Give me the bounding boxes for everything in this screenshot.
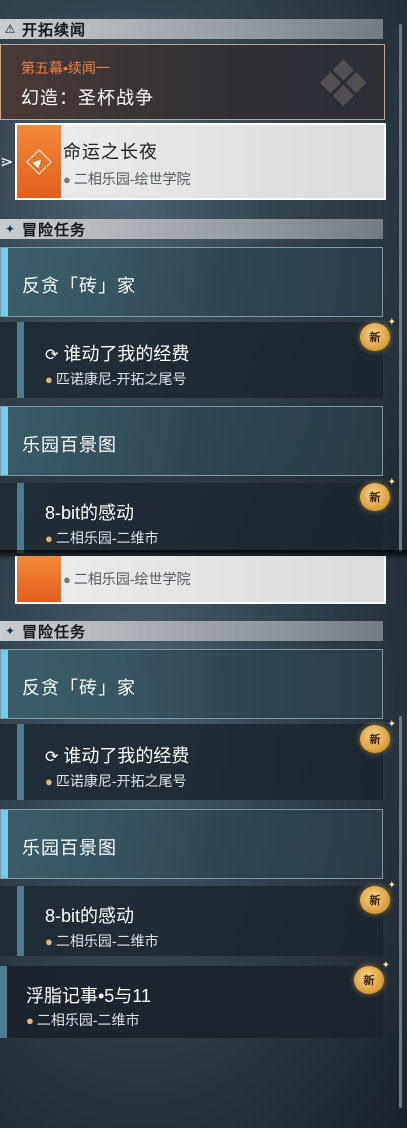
quest-item[interactable]: ⟳ 谁动了我的经费 ● 匹诺康尼-开拓之尾号 [0, 322, 383, 398]
triangle-icon: ⚠ [4, 22, 16, 36]
quest-indent-bar [17, 483, 24, 553]
quest-title: 8-bit的感动 [45, 906, 135, 926]
location-pin-icon: ● [45, 774, 53, 789]
quest-title: 浮脂记事•5与11 [26, 986, 151, 1006]
selection-arrow-icon: ⋗ [0, 154, 14, 171]
loop-quest-icon: ⟳ [45, 749, 59, 766]
quest-indent-bar [17, 886, 24, 956]
group-accent-bar [1, 248, 8, 316]
quest-location: ● 二相乐园-二维市 [45, 530, 159, 546]
scrollbar[interactable] [399, 716, 402, 1108]
quest-item[interactable]: 浮脂记事•5与11 ● 二相乐园-二维市 [0, 966, 383, 1038]
quest-group-park-scenery[interactable]: 乐园百景图 [0, 809, 383, 879]
quest-group-anti-corruption[interactable]: 反贪「砖」家 [0, 649, 383, 719]
location-pin-icon: ● [63, 172, 71, 187]
quest-location: ● 二相乐园-二维市 [26, 1012, 140, 1028]
quest-title: ⟳ 谁动了我的经费 [45, 344, 190, 364]
section-header-adventure: ✦ 冒险任务 [0, 219, 383, 239]
section-header-adventure: ✦ 冒险任务 [0, 621, 383, 641]
diamond-icon: ✦ [4, 624, 16, 638]
quest-title: 命运之长夜 [63, 142, 158, 162]
quest-location: ● 匹诺康尼-开拓之尾号 [45, 773, 187, 789]
location-pin-icon: ● [63, 572, 71, 587]
location-pin-icon: ● [45, 372, 53, 387]
selected-quest-card[interactable]: ▲ 命运之长夜 ● 二相乐园-绘世学院 [15, 123, 386, 200]
group-accent-bar [1, 650, 8, 718]
quest-location: ● 匹诺康尼-开拓之尾号 [45, 371, 187, 387]
new-badge-icon: 新 [360, 719, 396, 753]
quest-item[interactable]: 8-bit的感动 ● 二相乐园-二维市 [0, 483, 383, 553]
quest-title: 8-bit的感动 [45, 503, 135, 523]
act-title: 幻造：圣杯战争 [21, 88, 154, 108]
new-badge-icon: 新 [360, 880, 396, 914]
quest-indent-bar [17, 724, 24, 800]
quest-indent-bar [17, 322, 24, 398]
quest-group-anti-corruption[interactable]: 反贪「砖」家 [0, 247, 383, 317]
quest-title: ⟳ 谁动了我的经费 [45, 746, 190, 766]
quest-location: ● 二相乐园-绘世学院 [63, 171, 191, 187]
diamond-icon: ✦ [4, 222, 16, 236]
group-label: 反贪「砖」家 [22, 276, 136, 296]
quest-item[interactable]: 8-bit的感动 ● 二相乐园-二维市 [0, 886, 383, 956]
location-pin-icon: ● [45, 934, 53, 949]
group-accent-bar [1, 810, 8, 878]
location-pin-icon: ● [45, 531, 53, 546]
act-subtitle: 第五幕•续闻一 [21, 60, 110, 76]
quest-type-tab [17, 556, 61, 602]
selected-quest-card-partial[interactable]: ● 二相乐园-绘世学院 [15, 556, 386, 604]
emblem-icon: ❖ [314, 48, 372, 120]
quest-item[interactable]: ⟳ 谁动了我的经费 ● 匹诺康尼-开拓之尾号 [0, 724, 383, 800]
section-header-trailblaze-continuance: ⚠ 开拓续闻 [0, 19, 383, 39]
trailblaze-icon: ▲ [26, 148, 52, 175]
location-pin-icon: ● [26, 1013, 34, 1028]
act-card[interactable]: 第五幕•续闻一 幻造：圣杯战争 ❖ [0, 44, 385, 120]
section-title: 冒险任务 [22, 623, 87, 641]
quest-indent-bar [0, 966, 7, 1038]
new-badge-icon: 新 [360, 477, 396, 511]
group-label: 乐园百景图 [22, 435, 117, 455]
group-label: 反贪「砖」家 [22, 678, 136, 698]
loop-quest-icon: ⟳ [45, 347, 59, 364]
new-badge-icon: 新 [360, 317, 396, 351]
section-title: 开拓续闻 [22, 21, 87, 39]
group-accent-bar [1, 407, 8, 475]
quest-location: ● 二相乐园-绘世学院 [63, 571, 191, 587]
new-badge-icon: 新 [354, 960, 390, 994]
quest-location: ● 二相乐园-二维市 [45, 933, 159, 949]
scrollbar[interactable] [399, 24, 402, 552]
section-title: 冒险任务 [22, 221, 87, 239]
quest-group-park-scenery[interactable]: 乐园百景图 [0, 406, 383, 476]
quest-type-tab: ▲ [17, 125, 61, 198]
group-label: 乐园百景图 [22, 838, 117, 858]
